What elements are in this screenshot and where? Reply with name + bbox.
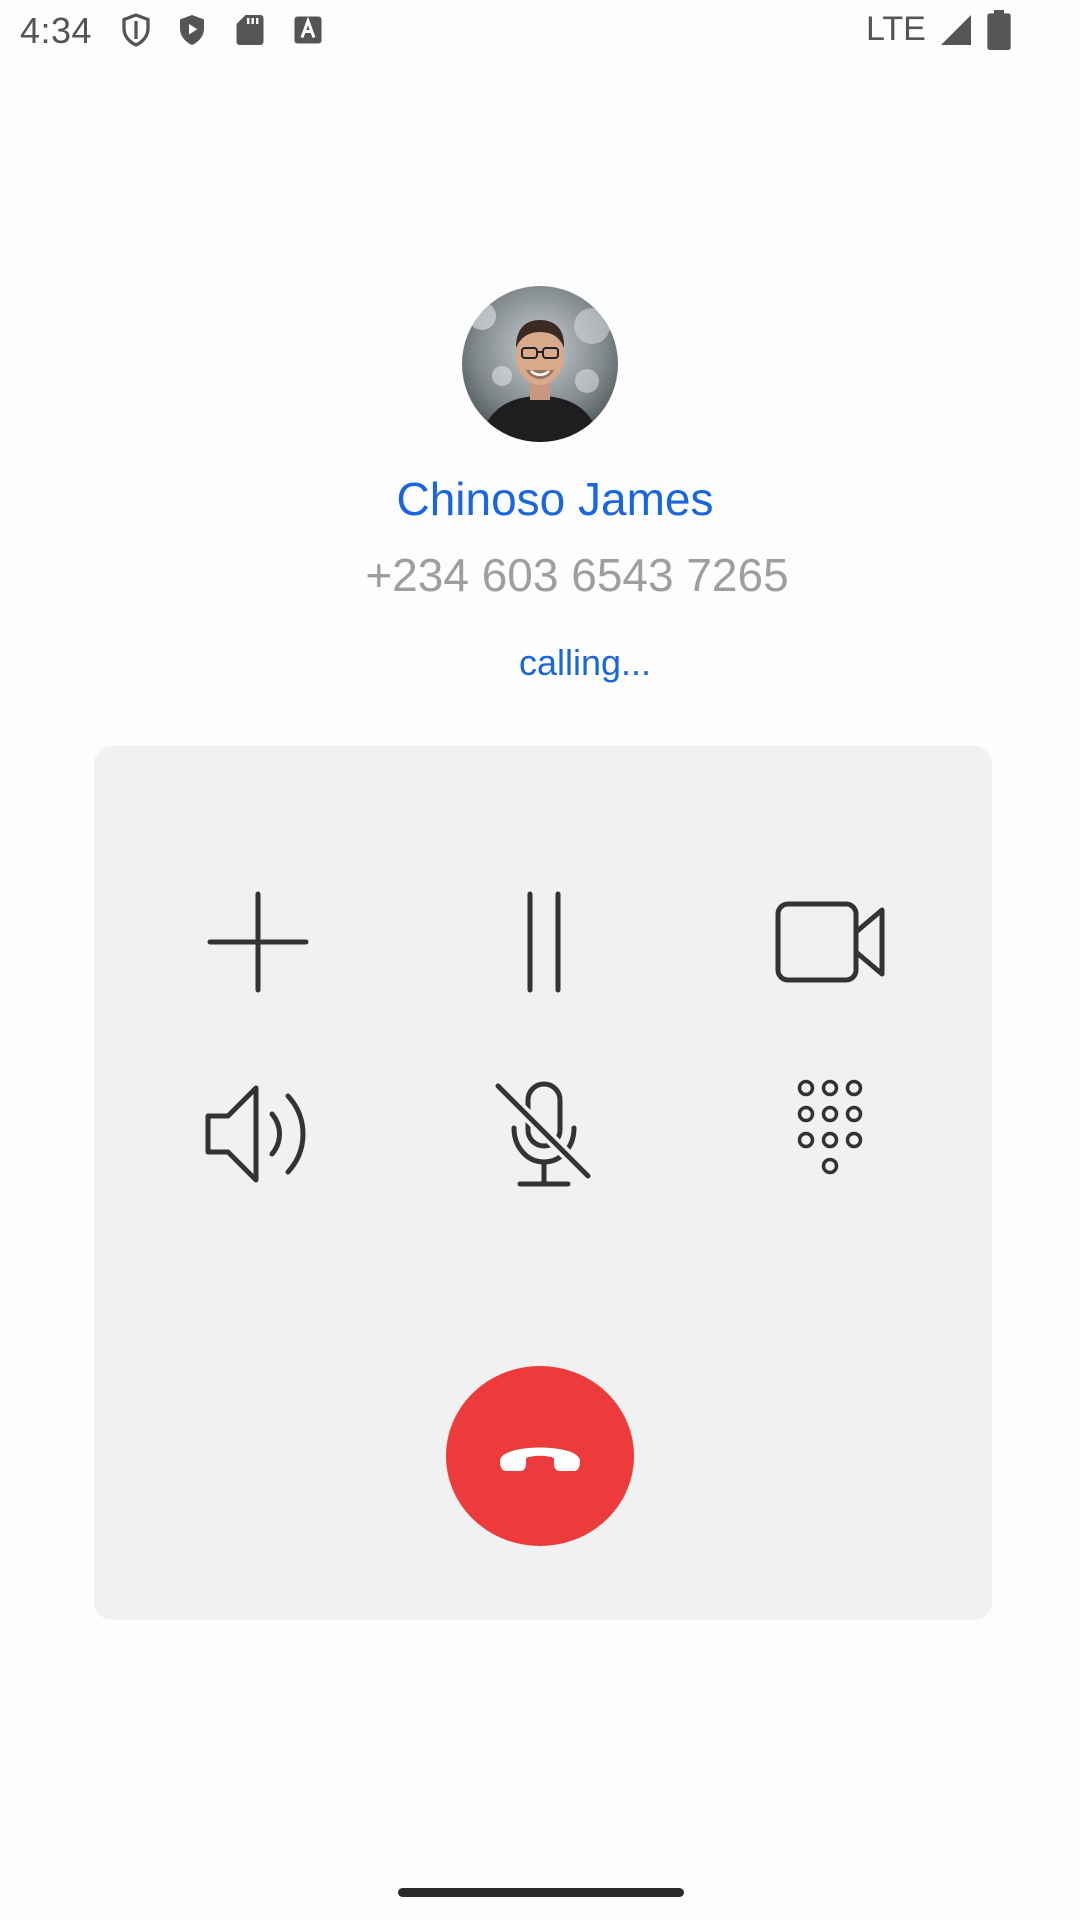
- dialpad-button[interactable]: [760, 1064, 900, 1204]
- speaker-icon: [205, 1085, 306, 1183]
- contact-name: Chinoso James: [396, 473, 714, 525]
- play-protect-icon: [180, 15, 204, 45]
- home-indicator[interactable]: [398, 1888, 684, 1897]
- battery-icon: [987, 10, 1011, 50]
- add-call-icon: [207, 891, 309, 993]
- hold-button[interactable]: [474, 872, 614, 1012]
- sd-card-icon: [236, 15, 264, 45]
- add-call-button[interactable]: [188, 872, 328, 1012]
- call-screen: 4:34 LTE Chinoso James +234 603 6543 726…: [0, 0, 1080, 1920]
- hold-icon: [527, 891, 561, 993]
- video-call-icon: [775, 901, 885, 983]
- signal-icon: [941, 15, 971, 45]
- video-call-button[interactable]: [760, 872, 900, 1012]
- status-bar: 4:34 LTE: [0, 0, 1080, 64]
- dialpad-icon: [797, 1079, 863, 1175]
- mute-icon: [493, 1081, 593, 1187]
- contact-number: +234 603 6543 7265: [365, 549, 789, 601]
- mute-button[interactable]: [474, 1064, 614, 1204]
- network-type: LTE: [866, 10, 926, 48]
- end-call-icon: [500, 1447, 580, 1471]
- call-status: calling...: [518, 642, 652, 683]
- contact-photo: [462, 286, 618, 442]
- status-time: 4:34: [20, 10, 93, 51]
- avatar: [462, 286, 618, 442]
- text-a-icon: [294, 16, 322, 44]
- speaker-button[interactable]: [188, 1064, 328, 1204]
- vpn-shield-icon: [122, 13, 150, 47]
- end-call-button[interactable]: [446, 1366, 634, 1546]
